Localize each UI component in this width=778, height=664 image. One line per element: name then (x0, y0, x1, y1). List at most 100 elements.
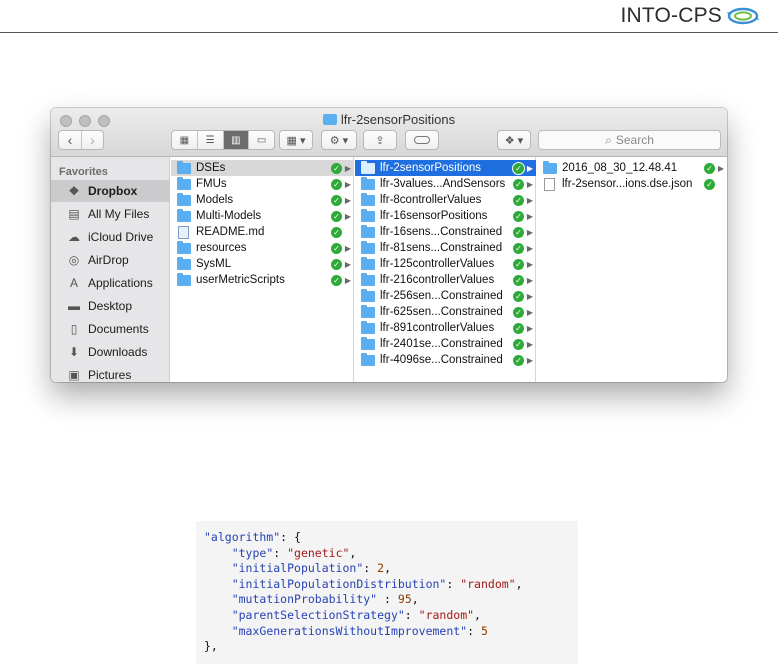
list-item[interactable]: lfr-8controllerValues ✓ ▶ (355, 192, 536, 208)
code-line: "initialPopulation": 2, (231, 561, 391, 576)
sidebar-item-pictures[interactable]: ▣ Pictures (51, 364, 170, 382)
back-button[interactable]: ‹ (59, 131, 81, 149)
into-cps-logo-icon (727, 7, 759, 25)
sync-check-icon: ✓ (513, 162, 524, 174)
disclosure-arrow-icon: ▶ (526, 323, 534, 333)
sidebar-item-airdrop[interactable]: ◎ AirDrop (51, 249, 170, 271)
disclosure-arrow-icon: ▶ (526, 259, 534, 269)
folder-icon (177, 208, 191, 222)
column-view-button[interactable]: ▥ (222, 131, 249, 149)
list-item[interactable]: lfr-125controllerValues ✓ ▶ (355, 256, 536, 272)
downloads-icon: ⬇ (68, 345, 80, 359)
window-title: lfr-2sensorPositions (51, 112, 727, 127)
list-item[interactable]: lfr-256sen...Constrained ✓ ▶ (355, 288, 536, 304)
list-view-button[interactable]: ☰ (196, 131, 223, 149)
sidebar-item-dropbox[interactable]: ❖ Dropbox (51, 180, 170, 202)
list-item[interactable]: lfr-16sens...Constrained ✓ ▶ (355, 224, 536, 240)
folder-icon (361, 288, 375, 302)
list-item[interactable]: lfr-2sensorPositions ✓ ▶ (355, 160, 536, 176)
list-item[interactable]: lfr-2sensor...ions.dse.json ✓ (537, 176, 727, 192)
search-input[interactable]: ⌕ Search (538, 130, 721, 150)
header-rule (0, 32, 778, 33)
folder-icon (361, 160, 375, 174)
finder-window: lfr-2sensorPositions ‹ › ▦ ☰ ▥ ▭ ▦ ▾ ⚙ ▾… (51, 108, 727, 382)
share-button[interactable]: ⇪ (363, 130, 397, 150)
folder-icon (543, 160, 557, 174)
folder-icon (177, 160, 191, 174)
sync-check-icon: ✓ (513, 258, 524, 270)
desktop-icon: ▬ (68, 299, 80, 313)
list-item[interactable]: FMUs ✓ ▶ (171, 176, 354, 192)
list-item[interactable]: lfr-625sen...Constrained ✓ ▶ (355, 304, 536, 320)
disclosure-arrow-icon: ▶ (344, 195, 352, 205)
folder-icon (177, 240, 191, 254)
list-item[interactable]: lfr-2401se...Constrained ✓ ▶ (355, 336, 536, 352)
markdown-file-icon (178, 225, 189, 239)
disclosure-arrow-icon: ▶ (526, 275, 534, 285)
disclosure-arrow-icon: ▶ (526, 307, 534, 317)
disclosure-arrow-icon: ▶ (526, 339, 534, 349)
sidebar-item-documents[interactable]: ▯ Documents (51, 318, 170, 340)
folder-icon (361, 208, 375, 222)
folder-icon (322, 114, 337, 125)
document-icon (544, 177, 555, 191)
disclosure-arrow-icon: ▶ (344, 211, 352, 221)
sidebar-item-applications[interactable]: A Applications (51, 272, 170, 294)
icon-view-button[interactable]: ▦ (172, 131, 197, 149)
list-item[interactable]: userMetricScripts ✓ ▶ (171, 272, 354, 288)
list-item[interactable]: resources ✓ ▶ (171, 240, 354, 256)
view-mode-buttons: ▦ ☰ ▥ ▭ (171, 130, 275, 150)
code-line: "parentSelectionStrategy": "random", (231, 607, 481, 622)
folder-icon (361, 256, 375, 270)
sidebar-item-all-my-files[interactable]: ▤ All My Files (51, 203, 170, 225)
folder-icon (177, 176, 191, 190)
list-item[interactable]: lfr-216controllerValues ✓ ▶ (355, 272, 536, 288)
folder-icon (361, 352, 375, 366)
tag-icon (414, 136, 430, 144)
code-line: "maxGenerationsWithoutImprovement": 5 (231, 623, 488, 638)
sync-check-icon: ✓ (331, 162, 342, 174)
cover-flow-button[interactable]: ▭ (248, 131, 274, 149)
list-item[interactable]: lfr-891controllerValues ✓ ▶ (355, 320, 536, 336)
sidebar-item-desktop[interactable]: ▬ Desktop (51, 295, 170, 317)
list-item[interactable]: lfr-81sens...Constrained ✓ ▶ (355, 240, 536, 256)
list-item[interactable]: README.md ✓ (171, 224, 354, 240)
sync-check-icon: ✓ (513, 194, 524, 206)
sidebar-item-downloads[interactable]: ⬇ Downloads (51, 341, 170, 363)
sync-check-icon: ✓ (704, 162, 715, 174)
column-browser-1: DSEs ✓ ▶ FMUs ✓ ▶ Models ✓ ▶ Multi-Models ✓ ▶ RE… (171, 157, 354, 382)
sidebar-item-icloud-drive[interactable]: ☁ iCloud Drive (51, 226, 170, 248)
forward-button[interactable]: › (81, 131, 103, 149)
dropbox-toolbar-button[interactable]: ❖ ▾ (497, 130, 531, 150)
list-item[interactable]: SysML ✓ ▶ (171, 256, 354, 272)
sync-check-icon: ✓ (331, 242, 342, 254)
folder-icon (177, 272, 191, 286)
list-item[interactable]: Multi-Models ✓ ▶ (171, 208, 354, 224)
column-browser-3: 2016_08_30_12.48.41 ✓ ▶ lfr-2sensor...ions… (537, 157, 727, 382)
list-item[interactable]: lfr-3values...AndSensors ✓ ▶ (355, 176, 536, 192)
list-item[interactable]: lfr-4096se...Constrained ✓ ▶ (355, 352, 536, 368)
action-gear-button[interactable]: ⚙ ▾ (321, 130, 357, 150)
folder-icon (361, 192, 375, 206)
all-files-icon: ▤ (68, 207, 80, 221)
documents-icon: ▯ (70, 322, 78, 336)
tag-button[interactable] (405, 130, 439, 150)
disclosure-arrow-icon: ▶ (344, 163, 352, 173)
code-line: "algorithm": { (204, 530, 301, 544)
disclosure-arrow-icon: ▶ (526, 211, 534, 221)
list-item[interactable]: 2016_08_30_12.48.41 ✓ ▶ (537, 160, 727, 176)
sync-check-icon: ✓ (513, 226, 524, 238)
list-item[interactable]: Models ✓ ▶ (171, 192, 354, 208)
sync-check-icon: ✓ (331, 194, 342, 206)
code-line: "initialPopulationDistribution": "random… (231, 576, 523, 591)
list-item[interactable]: lfr-16sensorPositions ✓ ▶ (355, 208, 536, 224)
folder-icon (177, 256, 191, 270)
disclosure-arrow-icon: ▶ (526, 227, 534, 237)
back-forward-buttons: ‹ › (58, 130, 104, 150)
sidebar: Favorites ❖ Dropbox ▤ All My Files ☁ iCloud… (51, 157, 170, 382)
folder-icon (361, 240, 375, 254)
disclosure-arrow-icon: ▶ (717, 163, 725, 173)
arrange-button[interactable]: ▦ ▾ (279, 130, 313, 150)
disclosure-arrow-icon: ▶ (344, 275, 352, 285)
list-item[interactable]: DSEs ✓ ▶ (171, 160, 354, 176)
